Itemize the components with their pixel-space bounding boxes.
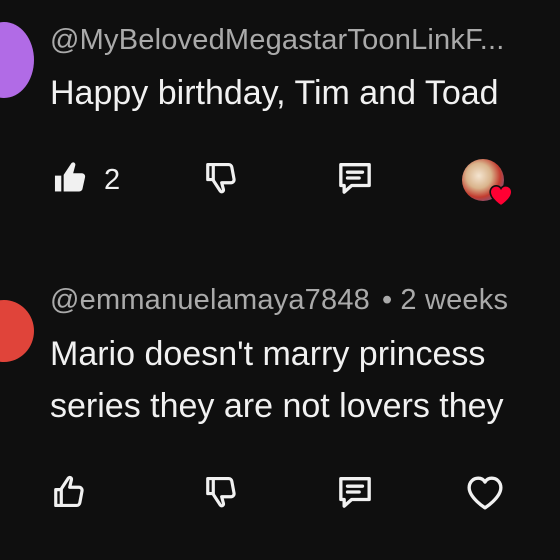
dislike-button[interactable] <box>200 470 244 514</box>
heart-icon <box>489 184 513 207</box>
comment-text: Mario doesn't marry princess series they… <box>50 328 504 432</box>
comment-author: @emmanuelamaya7848 • 2 weeks <box>50 284 508 317</box>
like-button[interactable] <box>48 470 92 514</box>
author-handle[interactable]: @emmanuelamaya7848 <box>50 284 370 316</box>
comment-timestamp: 2 weeks <box>400 284 509 316</box>
creator-heart-badge <box>460 157 513 209</box>
thumbs-down-icon <box>206 162 236 194</box>
meta-separator: • <box>382 284 393 316</box>
reply-button[interactable] <box>333 470 377 514</box>
reply-button[interactable] <box>333 156 377 200</box>
avatar[interactable] <box>0 300 34 362</box>
like-button[interactable] <box>48 156 92 200</box>
thumbs-up-icon <box>54 475 84 508</box>
heart-icon <box>467 476 503 510</box>
comment-line: Mario doesn't marry princess <box>50 335 486 373</box>
comment-actions <box>0 470 560 520</box>
comment-author[interactable]: @MyBelovedMegastarToonLinkF... <box>50 24 505 57</box>
like-count: 2 <box>104 164 121 196</box>
thumbs-down-icon <box>206 476 236 508</box>
comment-line: Happy birthday, Tim and Toad <box>50 74 499 112</box>
comment-line: series they are not lovers they <box>50 387 504 425</box>
heart-button[interactable] <box>463 470 507 514</box>
thumbs-up-icon <box>54 162 86 192</box>
comment-actions: 2 <box>0 156 560 209</box>
comment-item: @emmanuelamaya7848 • 2 weeks Mario doesn't… <box>0 240 560 560</box>
comment-text: Happy birthday, Tim and Toad <box>50 67 499 119</box>
reply-icon <box>339 477 371 508</box>
avatar[interactable] <box>0 22 34 98</box>
dislike-button[interactable] <box>200 156 244 200</box>
author-handle[interactable]: @MyBelovedMegastarToonLinkF... <box>50 24 505 56</box>
reply-icon <box>339 163 371 194</box>
comment-item: @MyBelovedMegastarToonLinkF... Happy bir… <box>0 0 560 240</box>
